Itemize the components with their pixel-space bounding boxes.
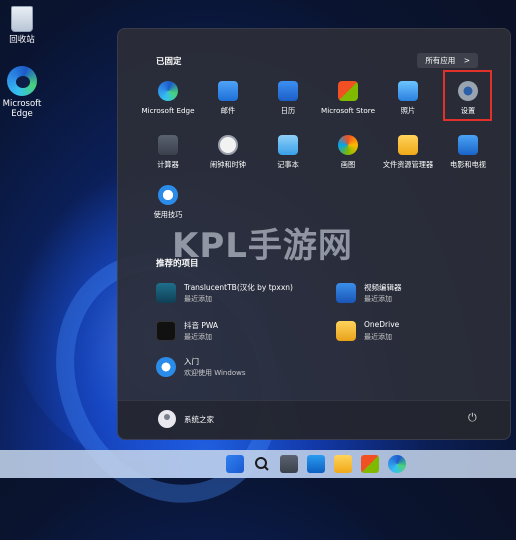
desktop-icon-label: Microsoft Edge [2,99,42,119]
widgets-icon[interactable] [307,455,325,473]
recommended-item-video-editor[interactable]: 视频编辑器 最近添加 [336,279,506,307]
pinned-app-file-explorer[interactable]: 文件资源管理器 [376,135,440,169]
file-explorer-icon [398,135,418,155]
paint-icon [338,135,358,155]
recommended-item-title: OneDrive [364,320,400,329]
douyin-icon [156,321,176,341]
start-menu-footer: 系统之家 ⏻ [118,400,510,439]
pinned-app-label: 邮件 [220,106,236,115]
recycle-bin-icon [11,6,33,32]
pinned-app-label: 计算器 [157,160,179,169]
user-name: 系统之家 [184,415,214,424]
edge-icon[interactable] [388,455,406,473]
pinned-app-label: 画图 [340,160,356,169]
recommended-item-subtitle: 最近添加 [184,333,212,341]
pinned-app-label: 文件资源管理器 [382,160,434,169]
pinned-app-calendar[interactable]: 日历 [256,81,320,115]
chevron-right-icon: > [463,56,470,65]
mail-icon [218,81,238,101]
file-explorer-icon[interactable] [334,455,352,473]
onedrive-icon [336,321,356,341]
recommended-item-onedrive[interactable]: OneDrive 最近添加 [336,317,506,345]
taskbar [0,450,516,478]
pinned-app-label: 闹钟和时钟 [210,160,246,169]
avatar [158,410,176,428]
settings-highlight-box [443,70,492,121]
pinned-app-label: 日历 [280,106,296,115]
pinned-app-label: 记事本 [277,160,299,169]
tips-icon [158,185,178,205]
power-icon[interactable]: ⏻ [468,412,480,424]
pinned-app-photos[interactable]: 照片 [376,81,440,115]
watermark: KPL手游网 [172,226,353,266]
desktop-icon-label: 回收站 [9,35,35,45]
search-icon[interactable] [253,455,271,473]
recommended-item-translucenttb[interactable]: TranslucentTB(汉化 by tpxxn) 最近添加 [156,279,326,307]
recommended-item-title: 抖音 PWA [184,321,219,330]
calendar-icon [278,81,298,101]
recommended-item-subtitle: 最近添加 [184,295,212,303]
notepad-icon [278,135,298,155]
movies-tv-icon [458,135,478,155]
desktop-icon-edge[interactable]: Microsoft Edge [0,66,50,119]
pinned-app-paint[interactable]: 画图 [316,135,380,169]
alarm-clock-icon [218,135,238,155]
recommended-item-subtitle: 最近添加 [364,333,392,341]
pinned-app-tips[interactable]: 使用技巧 [136,185,200,219]
recommended-item-douyin[interactable]: 抖音 PWA 最近添加 [156,317,326,345]
pinned-app-edge[interactable]: Microsoft Edge [136,81,200,115]
video-editor-icon [336,283,356,303]
pinned-app-label: Microsoft Store [321,106,375,115]
recommended-item-subtitle: 最近添加 [364,295,392,303]
pinned-app-label: 照片 [400,106,416,115]
recommended-item-get-started[interactable]: 入门 欢迎使用 Windows [156,353,326,381]
edge-icon [7,66,37,96]
task-view-icon[interactable] [280,455,298,473]
recommended-item-title: 视频编辑器 [364,283,402,292]
pinned-app-label: Microsoft Edge [141,106,195,115]
pinned-app-label: 电影和电视 [450,160,486,169]
photos-icon [398,81,418,101]
pinned-app-alarm-clock[interactable]: 闹钟和时钟 [196,135,260,169]
pinned-app-store[interactable]: Microsoft Store [316,81,380,115]
store-icon[interactable] [361,455,379,473]
get-started-icon [156,357,176,377]
pinned-title: 已固定 [156,57,182,67]
start-icon[interactable] [226,455,244,473]
recommended-item-title: TranslucentTB(汉化 by tpxxn) [184,283,293,292]
pinned-app-mail[interactable]: 邮件 [196,81,260,115]
all-apps-button[interactable]: 所有应用 > [417,53,478,68]
edge-icon [158,81,178,101]
calculator-icon [158,135,178,155]
desktop-icon-recycle-bin[interactable]: 回收站 [0,6,50,45]
pinned-app-movies-tv[interactable]: 电影和电视 [436,135,500,169]
translucenttb-icon [156,283,176,303]
pinned-app-calculator[interactable]: 计算器 [136,135,200,169]
store-icon [338,81,358,101]
recommended-item-subtitle: 欢迎使用 Windows [184,369,246,377]
all-apps-label: 所有应用 [425,56,456,65]
pinned-app-notepad[interactable]: 记事本 [256,135,320,169]
recommended-item-title: 入门 [184,357,199,366]
